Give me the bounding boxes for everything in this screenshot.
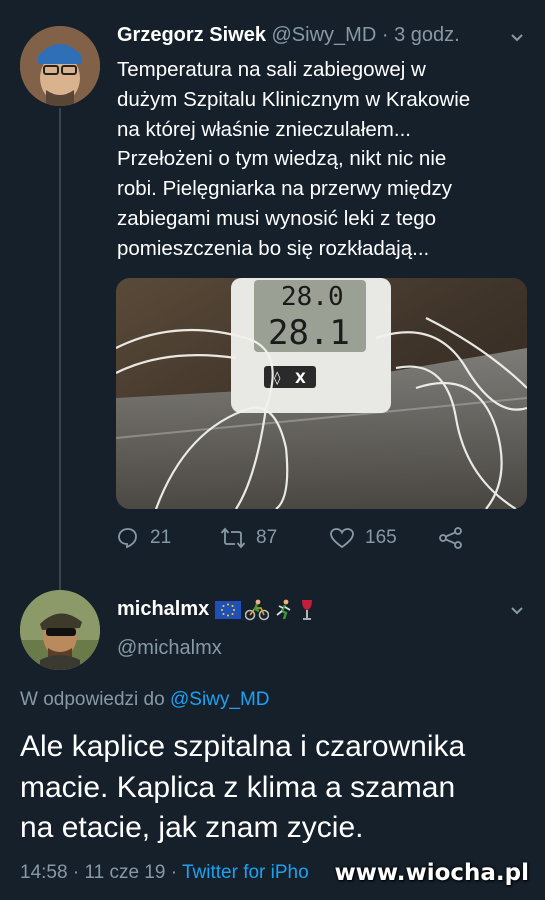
avatar-michalmx[interactable] bbox=[20, 590, 100, 670]
name-emojis bbox=[215, 599, 315, 621]
thread-connector-line bbox=[59, 108, 61, 590]
tweet-text-line: dużym Szpitalu Klinicznym w Krakowie bbox=[117, 87, 471, 111]
tweet-photo-thermometer[interactable]: 28.0 28.1 ◊ X bbox=[116, 278, 527, 509]
tweet1-header: Grzegorz Siwek @Siwy_MD · 3 godz. bbox=[117, 24, 460, 47]
tweet-text-line: Przełożeni o tym wiedzą, nikt nic nie bbox=[117, 147, 447, 171]
tweet-text-line: robi. Pielęgniarka na przerwy między bbox=[117, 177, 452, 201]
author-name[interactable]: michalmx bbox=[117, 598, 209, 621]
tweet-text-line: na etacie, jak znam zycie. bbox=[20, 811, 364, 844]
svg-text:◊: ◊ bbox=[274, 371, 281, 386]
author-handle[interactable]: @michalmx bbox=[117, 637, 222, 660]
cyclist-icon bbox=[245, 599, 270, 620]
avatar-grzegorz[interactable] bbox=[20, 26, 100, 106]
chevron-down-icon[interactable] bbox=[509, 603, 525, 619]
tweet-text-line: Ale kaplice szpitalna i czarownika bbox=[20, 730, 466, 763]
replying-to: W odpowiedzi do @Siwy_MD bbox=[20, 689, 270, 711]
author-handle[interactable]: @Siwy_MD bbox=[272, 24, 377, 46]
author-name[interactable]: Grzegorz Siwek bbox=[117, 24, 266, 46]
reply-count: 21 bbox=[150, 527, 172, 548]
tweet2-text: Ale kaplice szpitalna i czarownika macie… bbox=[20, 727, 530, 849]
tweet-text-line: pomieszczenia bo się rozkładają... bbox=[117, 236, 430, 260]
runner-icon bbox=[276, 599, 291, 619]
dot-separator: · bbox=[72, 862, 80, 883]
tweet-text-line: zabiegami musi wynosić leki z tego bbox=[117, 206, 437, 230]
thermometer-button-label: X bbox=[295, 371, 306, 387]
tweet-text-line: Temperatura na sali zabiegowej w bbox=[117, 58, 426, 81]
retweet-action[interactable]: 87 bbox=[220, 526, 277, 550]
tweet-text-line: na której właśnie znieczulałem... bbox=[117, 117, 411, 141]
heart-icon bbox=[330, 528, 354, 549]
chevron-down-icon[interactable] bbox=[509, 30, 525, 46]
client-link[interactable]: Twitter for iPho bbox=[182, 862, 309, 883]
like-action[interactable]: 165 bbox=[329, 526, 397, 550]
like-count: 165 bbox=[365, 527, 397, 548]
tweet2-author: michalmx bbox=[117, 598, 315, 621]
share-icon bbox=[439, 527, 462, 549]
retweet-icon bbox=[220, 527, 246, 549]
thermometer-display-bottom: 28.1 bbox=[268, 313, 350, 353]
thermometer-photo: 28.0 28.1 ◊ X bbox=[116, 278, 527, 509]
thermometer-display-top: 28.0 bbox=[281, 282, 344, 312]
tweet1-text: Temperatura na sali zabiegowej w dużym S… bbox=[117, 55, 517, 264]
tweet-date[interactable]: 11 cze 19 bbox=[84, 862, 165, 883]
reply-action[interactable]: 21 bbox=[116, 526, 171, 550]
watermark: www.wiocha.pl bbox=[334, 860, 529, 886]
wine-glass-icon bbox=[302, 599, 313, 620]
tweet-text-line: macie. Kaplica z klima a szaman bbox=[20, 770, 456, 804]
share-action[interactable] bbox=[438, 526, 464, 550]
replying-to-handle-link[interactable]: @Siwy_MD bbox=[170, 689, 270, 710]
tweet2-meta: 14:58 · 11 cze 19 · Twitter for iPho bbox=[20, 862, 309, 884]
avatar-michalmx-image bbox=[20, 590, 100, 670]
retweet-count: 87 bbox=[256, 527, 278, 548]
dot-separator: · bbox=[381, 24, 389, 46]
avatar-grzegorz-image bbox=[20, 26, 100, 106]
tweet-time[interactable]: 14:58 bbox=[20, 862, 68, 883]
replying-to-prefix: W odpowiedzi do bbox=[20, 689, 165, 710]
tweet-time[interactable]: 3 godz. bbox=[394, 24, 460, 46]
eu-flag-icon bbox=[215, 600, 242, 619]
reply-icon bbox=[118, 528, 137, 549]
dot-separator: · bbox=[170, 862, 178, 883]
